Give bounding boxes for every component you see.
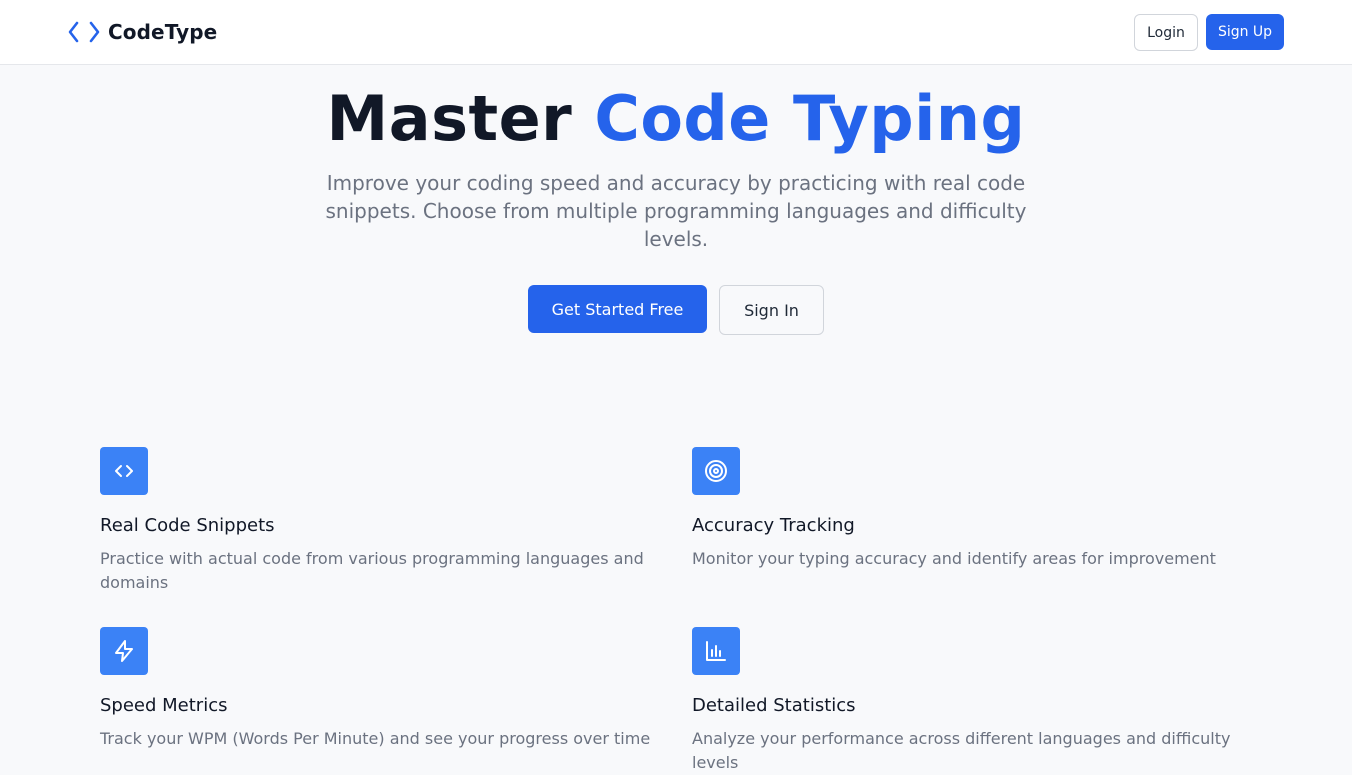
feature-title: Accuracy Tracking: [692, 515, 855, 536]
feature-description: Track your WPM (Words Per Minute) and se…: [100, 729, 651, 748]
login-button[interactable]: Login: [1134, 14, 1198, 51]
hero-title: Master Code Typing: [0, 82, 1352, 156]
top-navbar: CodeType Login Sign Up: [0, 0, 1352, 65]
feature-icon-box: [692, 627, 740, 675]
code-brackets-icon: [68, 21, 100, 43]
signup-button[interactable]: Sign Up: [1206, 14, 1284, 50]
feature-card-speed-metrics: Speed Metrics Track your WPM (Words Per …: [100, 627, 660, 751]
feature-description: Practice with actual code from various p…: [100, 549, 644, 592]
hero-title-part1: Master: [326, 82, 573, 155]
feature-title: Detailed Statistics: [692, 695, 856, 716]
feature-title: Real Code Snippets: [100, 515, 275, 536]
feature-card-detailed-statistics: Detailed Statistics Analyze your perform…: [692, 627, 1252, 775]
code-icon: [115, 465, 133, 477]
feature-card-real-code-snippets: Real Code Snippets Practice with actual …: [100, 447, 660, 595]
target-icon: [705, 460, 727, 482]
feature-icon-box: [100, 447, 148, 495]
sign-in-button[interactable]: Sign In: [719, 285, 824, 335]
feature-card-accuracy-tracking: Accuracy Tracking Monitor your typing ac…: [692, 447, 1252, 571]
feature-icon-box: [100, 627, 148, 675]
feature-description: Analyze your performance across differen…: [692, 729, 1231, 772]
feature-icon-box: [692, 447, 740, 495]
feature-description: Monitor your typing accuracy and identif…: [692, 549, 1216, 568]
brand-name: CodeType: [108, 20, 218, 44]
hero-subtitle: Improve your coding speed and accuracy b…: [325, 171, 1027, 251]
hero-title-highlight: Code Typing: [594, 82, 1026, 155]
feature-title: Speed Metrics: [100, 695, 228, 716]
get-started-button[interactable]: Get Started Free: [528, 285, 707, 333]
bar-chart-icon: [706, 641, 726, 661]
brand-logo[interactable]: CodeType: [68, 19, 217, 45]
lightning-icon: [115, 640, 133, 662]
